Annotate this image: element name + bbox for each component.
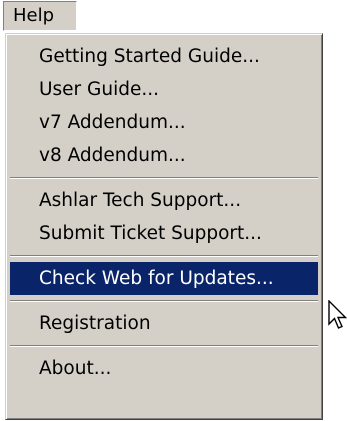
menu-item-v7-addendum[interactable]: v7 Addendum...: [10, 106, 318, 139]
screenshot: Help Getting Started Guide... User Guide…: [0, 0, 347, 421]
help-menu-dropdown: Getting Started Guide... User Guide... v…: [5, 33, 323, 420]
menubar-help-label: Help: [13, 5, 55, 26]
menu-item-check-web-for-updates[interactable]: Check Web for Updates...: [10, 262, 318, 295]
menu-item-registration[interactable]: Registration: [10, 307, 318, 340]
menu-item-ashlar-tech-support[interactable]: Ashlar Tech Support...: [10, 184, 318, 217]
menu-item-user-guide[interactable]: User Guide...: [10, 73, 318, 106]
menubar-help[interactable]: Help: [3, 1, 77, 31]
menu-separator: [10, 295, 318, 307]
menu-item-about[interactable]: About...: [10, 352, 318, 385]
mouse-pointer-icon: [328, 300, 347, 329]
menu-separator: [10, 172, 318, 184]
menu-separator: [10, 250, 318, 262]
menu-item-getting-started-guide[interactable]: Getting Started Guide...: [10, 40, 318, 73]
menu-item-v8-addendum[interactable]: v8 Addendum...: [10, 139, 318, 172]
menu-separator: [10, 340, 318, 352]
menu-item-submit-ticket-support[interactable]: Submit Ticket Support...: [10, 217, 318, 250]
